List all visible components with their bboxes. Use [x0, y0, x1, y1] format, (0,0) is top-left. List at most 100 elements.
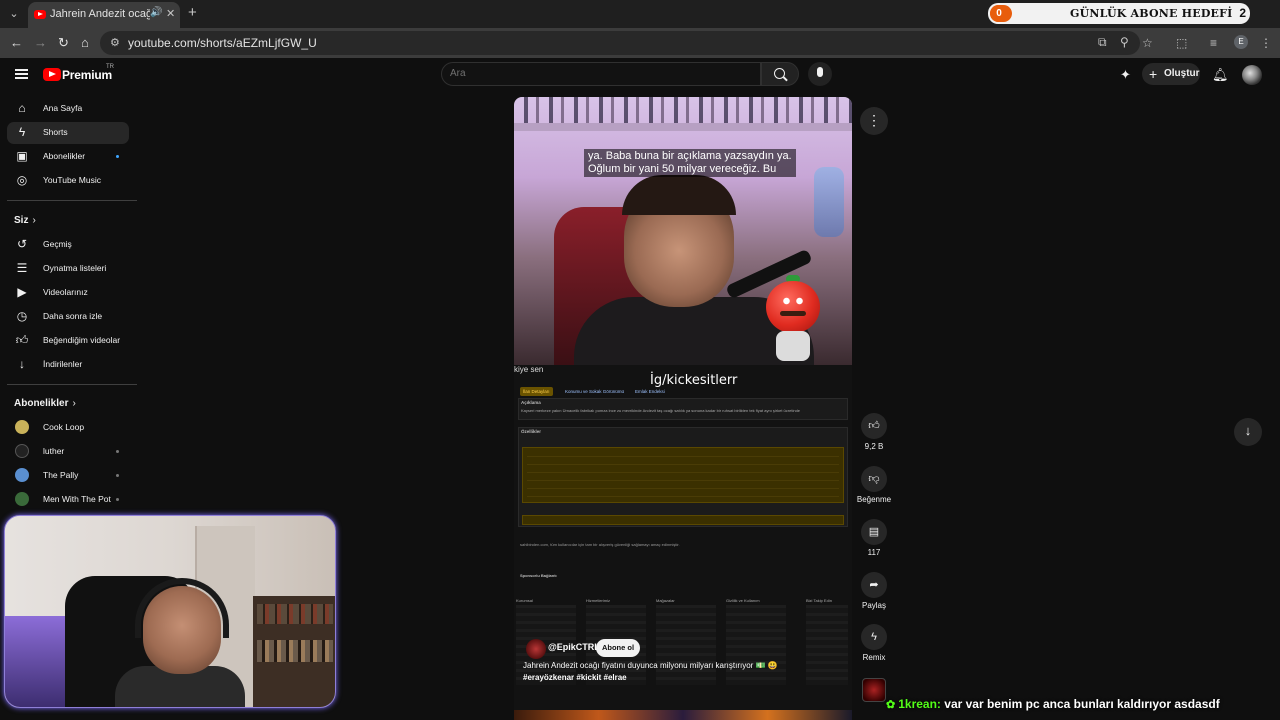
share-action[interactable]: ➦ Paylaş	[860, 572, 888, 610]
sidebar-item-youtube-music[interactable]: ◎ YouTube Music	[7, 170, 129, 192]
listing-description-text: Kayseri merkeze yakın Ürnacelik fabrikal…	[521, 408, 801, 413]
video-overlay-partial-text: kiye sen	[514, 365, 544, 374]
sidebar-item-home[interactable]: ⌂ Ana Sayfa	[7, 98, 129, 120]
back-arrow-icon[interactable]: ←	[10, 35, 23, 50]
install-app-icon[interactable]: ⧉	[1098, 35, 1107, 50]
sidebar-item-label: luther	[43, 446, 65, 456]
remix-action[interactable]: ϟ Remix	[860, 624, 888, 662]
notifications-bell-icon[interactable]: 🔔︎	[1212, 67, 1229, 83]
sidebar-item-shorts[interactable]: ϟ Shorts	[7, 122, 129, 144]
sidebar-item-liked-videos[interactable]: 👍︎ Beğendiğim videolar	[7, 330, 129, 352]
remix-icon[interactable]: ϟ	[861, 624, 887, 650]
reading-list-icon[interactable]: ≡	[1210, 36, 1217, 50]
sidebar-channel-cook-loop[interactable]: Cook Loop	[7, 417, 129, 439]
bookmark-star-icon[interactable]: ☆	[1142, 36, 1153, 50]
channel-avatar	[15, 444, 29, 458]
footer-column-title: Gizlilik ve Kullanım	[726, 598, 760, 603]
home-icon: ⌂	[18, 101, 26, 115]
tab-search-chevron-icon[interactable]: ⌄	[4, 4, 24, 24]
channel-avatar	[15, 420, 29, 434]
extensions-icon[interactable]: ⬚	[1176, 36, 1187, 50]
sidebar-item-label: Oynatma listeleri	[43, 263, 107, 273]
forward-arrow-icon[interactable]: →	[34, 35, 47, 50]
dislike-action[interactable]: 👎︎ Beğenme	[857, 466, 891, 504]
more-vert-icon: ⋮	[867, 112, 881, 128]
listing-description-title: Açıklama	[521, 400, 541, 405]
short-channel-row: @EpikCTRL Abone ol	[522, 639, 852, 659]
zoom-icon[interactable]: ⚲	[1120, 35, 1129, 49]
search-input[interactable]: Ara	[441, 62, 761, 86]
subscriptions-icon: ▣	[16, 149, 28, 163]
create-button[interactable]: + Oluştur	[1142, 63, 1200, 85]
channel-avatar[interactable]	[526, 639, 546, 659]
voice-search-button[interactable]	[808, 62, 832, 86]
sidebar-item-label: Videolarınız	[43, 287, 88, 297]
browser-tab[interactable]: Jahrein Andezit ocağı fiyatı 🔊 ✕	[28, 2, 180, 28]
sidebar-item-label: YouTube Music	[43, 175, 101, 185]
shorts-video-player[interactable]: ya. Baba buna bir açıklama yazsaydın ya.…	[514, 97, 852, 365]
sidebar-item-watch-later[interactable]: ◷ Daha sonra izle	[7, 306, 129, 328]
browser-profile-avatar[interactable]: E	[1234, 35, 1248, 49]
youtube-favicon-icon	[34, 10, 46, 19]
chevron-right-icon: ›	[72, 398, 76, 409]
like-icon[interactable]: 👍︎	[861, 413, 887, 439]
sidebar-channel-men-with-the-pot[interactable]: Men With The Pot	[7, 489, 129, 511]
comment-icon[interactable]: ▤	[861, 519, 887, 545]
account-avatar[interactable]	[1242, 65, 1262, 85]
sidebar-item-label: Beğendiğim videolar	[43, 335, 121, 345]
logo-country-code: TR	[106, 64, 114, 70]
sidebar-channel-the-pally[interactable]: The Pally	[7, 465, 129, 487]
chat-badge-icon: ✿	[886, 699, 896, 711]
site-info-icon[interactable]: ⚙	[110, 36, 120, 49]
subscribe-button[interactable]: Abone ol	[596, 639, 640, 657]
channel-name[interactable]: @EpikCTRL	[548, 642, 600, 652]
original-sound-thumbnail[interactable]	[862, 678, 886, 702]
subscriptions-heading-label: Abonelikler	[14, 398, 69, 409]
search-button[interactable]	[761, 62, 799, 86]
subscriptions-section-heading[interactable]: Abonelikler ›	[14, 398, 76, 409]
tomato-mascot	[766, 281, 820, 333]
footer-column-title: Hizmetlerimiz	[586, 598, 610, 603]
audio-playing-icon[interactable]: 🔊	[150, 7, 162, 18]
short-hashtags[interactable]: #erayözkenar #kickit #elrae	[523, 673, 627, 682]
like-count: 9,2 B	[864, 442, 884, 451]
you-section-heading[interactable]: Siz ›	[14, 215, 36, 226]
tab-close-icon[interactable]: ✕	[166, 7, 175, 20]
subscriber-goal-widget: 0 GÜNLÜK ABONE HEDEFİ 2	[988, 3, 1250, 24]
goal-target-count: 2	[1239, 6, 1246, 20]
address-bar[interactable]: ⚙ youtube.com/shorts/aEZmLjfGW_U ⧉ ⚲	[100, 31, 1140, 55]
home-page-icon[interactable]: ⌂	[81, 35, 89, 50]
short-title[interactable]: Jahrein Andezit ocağı fiyatını duyunca m…	[523, 661, 845, 670]
video-subtitle-box: ya. Baba buna bir açıklama yazsaydın ya.…	[584, 149, 796, 177]
sidebar-item-label: The Pally	[43, 470, 79, 480]
shorts-video-lower-half[interactable]: kiye sen İg/kickesitlerr İlan Detayları …	[514, 365, 852, 720]
cast-icon[interactable]: ✦	[1120, 67, 1131, 83]
plus-icon: +	[1149, 66, 1158, 82]
more-options-button[interactable]: ⋮	[860, 107, 888, 135]
reload-icon[interactable]: ↻	[58, 35, 69, 51]
browser-menu-icon[interactable]: ⋮	[1260, 36, 1272, 50]
new-tab-button[interactable]: +	[188, 4, 197, 21]
share-icon[interactable]: ➦	[861, 572, 887, 598]
listing-tab: Konumu ve Sokak Görünümü	[565, 389, 625, 394]
sidebar-item-label: Abonelikler	[43, 151, 86, 161]
sidebar-item-playlists[interactable]: ☰ Oynatma listeleri	[7, 258, 129, 280]
sidebar-divider	[7, 200, 137, 201]
history-icon: ↺	[16, 237, 28, 251]
url-text[interactable]: youtube.com/shorts/aEZmLjfGW_U	[128, 36, 317, 50]
sidebar-item-label: İndirilenler	[43, 359, 83, 369]
like-action[interactable]: 👍︎ 9,2 B	[860, 413, 888, 451]
listing-features-row	[522, 515, 844, 525]
sidebar-item-history[interactable]: ↺ Geçmiş	[7, 234, 129, 256]
comments-action[interactable]: ▤ 117	[860, 519, 888, 557]
streamer-webcam-overlay	[4, 515, 336, 708]
sidebar-item-your-videos[interactable]: ▶ Videolarınız	[7, 282, 129, 304]
sidebar-item-downloads[interactable]: ↓ İndirilenler	[7, 354, 129, 376]
arrow-down-icon: ↓	[1244, 423, 1252, 438]
sidebar-item-subscriptions[interactable]: ▣ Abonelikler	[7, 146, 129, 168]
dislike-icon[interactable]: 👎︎	[861, 466, 887, 492]
sidebar-channel-luther[interactable]: luther	[7, 441, 129, 463]
guide-menu-icon[interactable]	[15, 69, 28, 79]
next-short-button[interactable]: ↓	[1234, 418, 1262, 446]
next-short-preview	[514, 710, 852, 720]
